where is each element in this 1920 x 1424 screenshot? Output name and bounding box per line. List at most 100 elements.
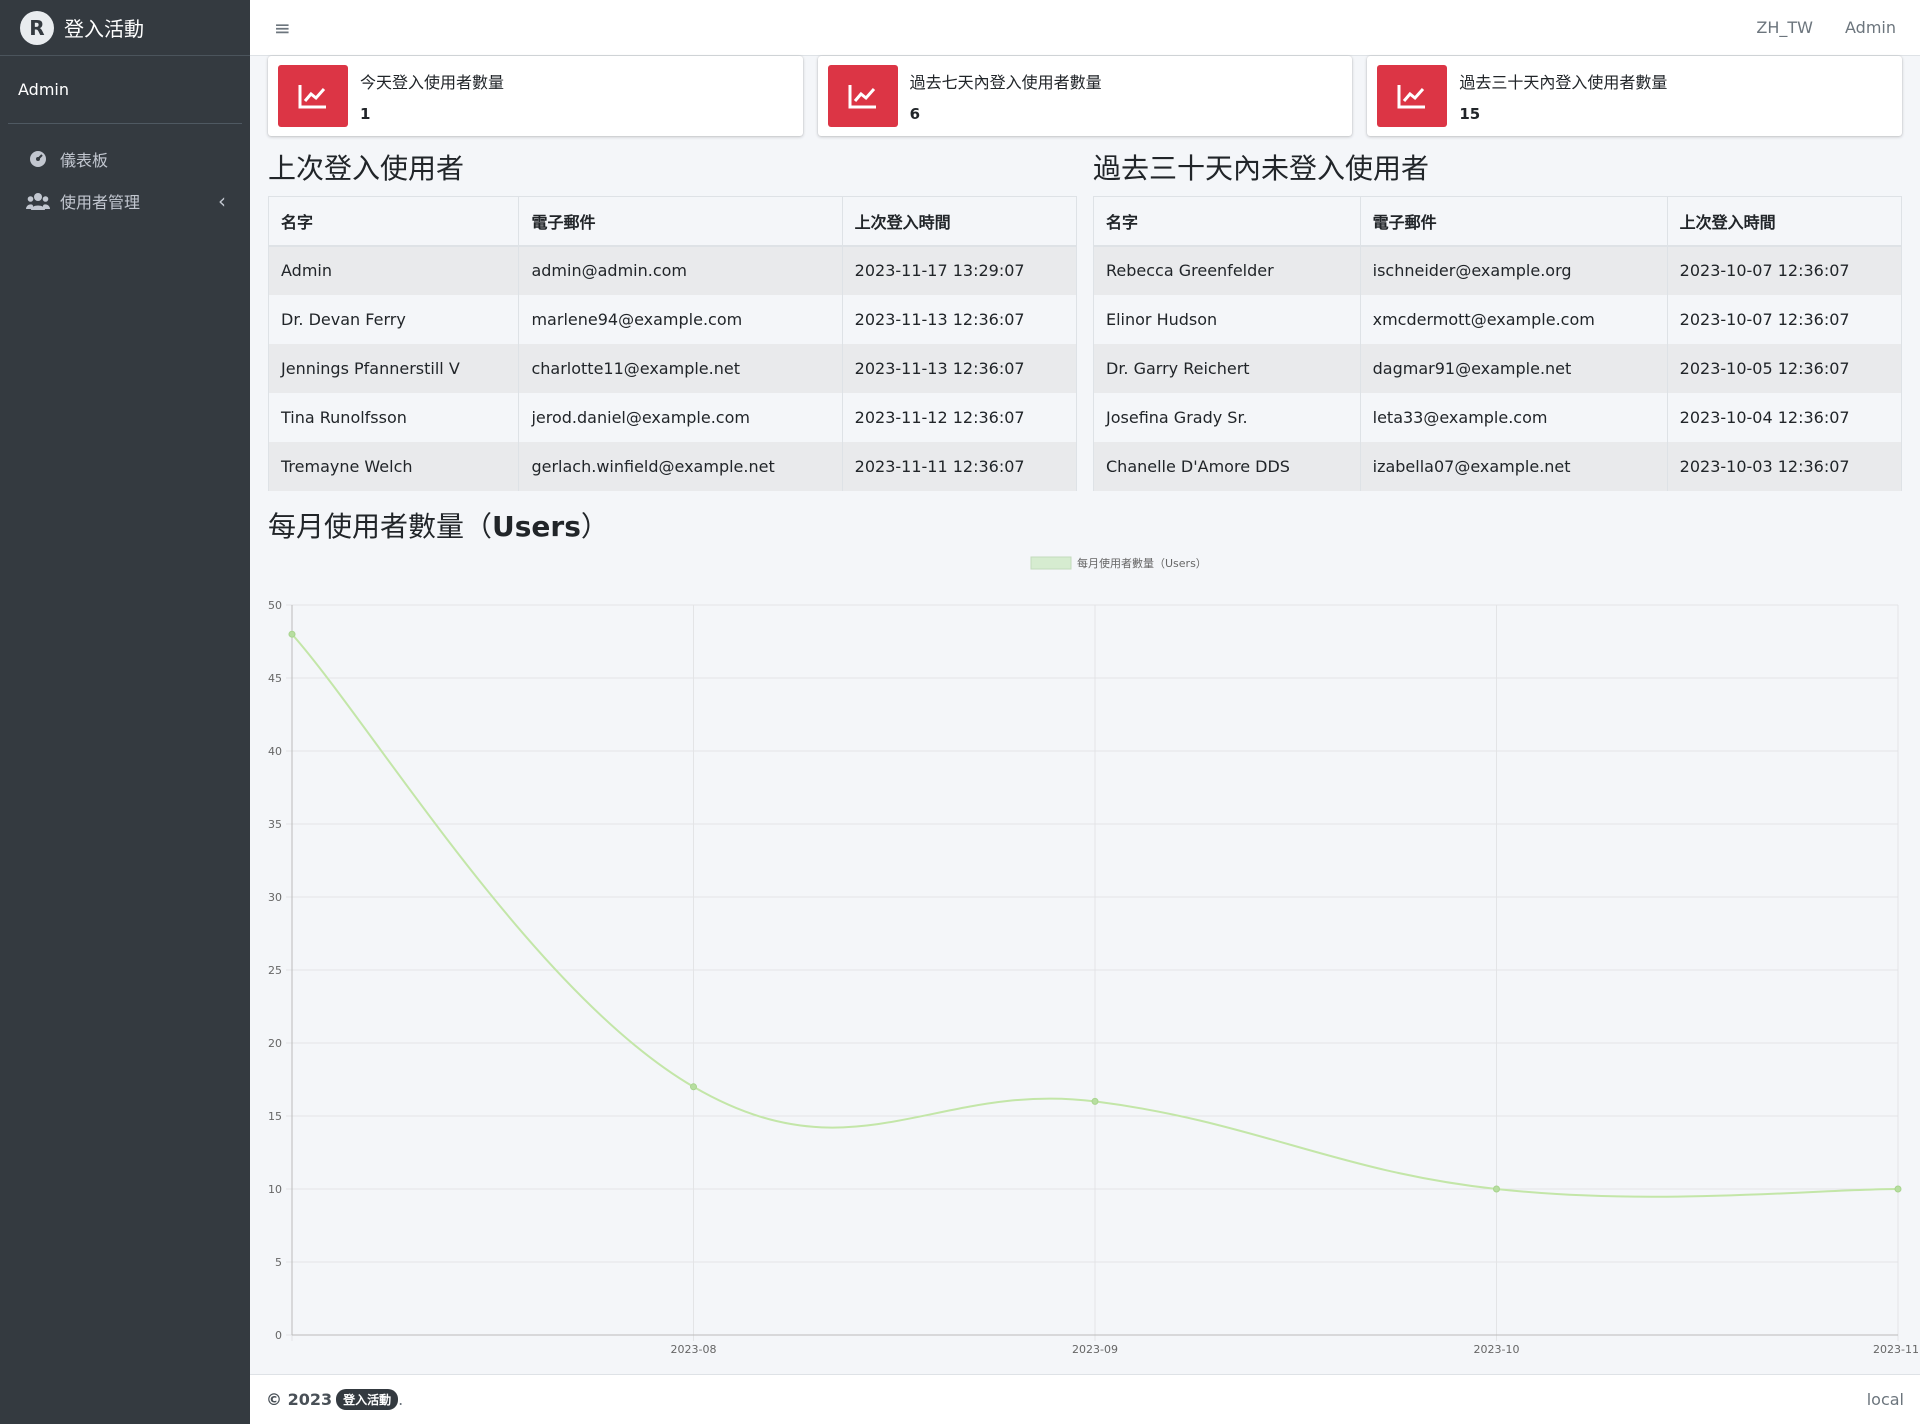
table-cell: Elinor Hudson — [1093, 294, 1361, 344]
monthly-chart-container: 0 5 10 15 20 25 30 35 40 45 50 2023-08 2023-09 2023-1… — [260, 545, 1919, 1377]
recent-logins-section: 上次登入使用者 名字 電子郵件 上次登入時間 Admin admin@admin… — [267, 146, 1078, 491]
y-tick-label: 45 — [268, 672, 282, 685]
table-cell: charlotte11@example.net — [518, 343, 843, 393]
column-header: 上次登入時間 — [841, 196, 1078, 247]
table-cell: leta33@example.com — [1359, 392, 1668, 442]
y-tick-label: 35 — [268, 818, 282, 831]
sidebar-nav: 儀表板 使用者管理 ‹ — [0, 138, 250, 222]
column-header: 上次登入時間 — [1666, 196, 1903, 247]
table-cell: Josefina Grady Sr. — [1093, 392, 1361, 442]
info-box-today: 今天登入使用者數量 1 — [268, 56, 803, 136]
table-cell: 2023-11-11 12:36:07 — [841, 441, 1078, 491]
brand-logo-icon: R — [20, 10, 54, 45]
main-content: 今天登入使用者數量 1 過去七天內登入使用者數量 6 過去三十天內登入使用者數量… — [250, 56, 1920, 1376]
inactive-users-table: 名字 電子郵件 上次登入時間 Rebecca Greenfelder ischn… — [1093, 196, 1903, 491]
table-cell: Tina Runolfsson — [267, 392, 520, 442]
table-cell: Jennings Pfannerstill V — [267, 343, 520, 393]
y-tick-label: 50 — [268, 599, 282, 612]
table-row: Dr. Garry Reichert dagmar91@example.net … — [1093, 343, 1903, 393]
y-tick-label: 10 — [268, 1183, 282, 1196]
tables-row: 上次登入使用者 名字 電子郵件 上次登入時間 Admin admin@admin… — [260, 146, 1910, 491]
table-row: Tina Runolfsson jerod.daniel@example.com… — [267, 392, 1078, 442]
chart-title-prefix: 每月使用者數量（ — [268, 509, 493, 543]
info-box-seven-days: 過去七天內登入使用者數量 6 — [817, 56, 1353, 136]
x-tick-label: 2023-09 — [1072, 1343, 1118, 1356]
table-cell: 2023-10-03 12:36:07 — [1666, 441, 1903, 491]
table-cell: jerod.daniel@example.com — [518, 392, 843, 442]
y-tick-label: 15 — [268, 1110, 282, 1123]
section-title: 上次登入使用者 — [268, 152, 465, 185]
info-box-label: 今天登入使用者數量 — [360, 73, 505, 92]
x-tick-label: 2023-11 — [1873, 1343, 1918, 1356]
table-cell: Dr. Devan Ferry — [267, 294, 520, 344]
table-cell: 2023-11-13 12:36:07 — [841, 343, 1078, 393]
x-tick-label: 2023-10 — [1474, 1343, 1520, 1356]
table-cell: xmcdermott@example.com — [1359, 294, 1668, 344]
legend-label: 每月使用者數量（Users） — [1077, 556, 1207, 570]
table-cell: dagmar91@example.net — [1359, 343, 1668, 393]
sidebar-item-user-management[interactable]: 使用者管理 ‹ — [0, 180, 250, 222]
brand-title: 登入活動 — [64, 17, 144, 41]
chart-line-icon — [1377, 65, 1448, 127]
locale-switcher[interactable]: ZH_TW — [1756, 18, 1813, 37]
table-cell: 2023-11-13 12:36:07 — [841, 294, 1078, 344]
data-point — [1493, 1185, 1500, 1192]
table-row: Chanelle D'Amore DDS izabella07@example.… — [1093, 441, 1903, 491]
legend-swatch — [1030, 556, 1072, 569]
sidebar-user-name[interactable]: Admin — [18, 80, 69, 99]
table-cell: 2023-10-07 12:36:07 — [1666, 245, 1903, 295]
table-row: Josefina Grady Sr. leta33@example.com 20… — [1093, 392, 1903, 442]
table-cell: 2023-10-07 12:36:07 — [1666, 294, 1903, 344]
table-row: Jennings Pfannerstill V charlotte11@exam… — [267, 343, 1078, 393]
column-header: 名字 — [1093, 196, 1361, 247]
inactive-users-section: 過去三十天內未登入使用者 名字 電子郵件 上次登入時間 Rebecca Gree… — [1093, 146, 1903, 491]
table-cell: 2023-11-17 13:29:07 — [841, 245, 1078, 295]
brand-link[interactable]: R 登入活動 — [0, 0, 250, 56]
info-box-thirty-days: 過去三十天內登入使用者數量 15 — [1367, 56, 1903, 136]
sidebar-item-label: 儀表板 — [60, 151, 109, 170]
chart-title-suffix: ） — [580, 509, 609, 543]
table-cell: admin@admin.com — [518, 245, 843, 295]
table-row: Admin admin@admin.com 2023-11-17 13:29:0… — [267, 245, 1078, 295]
data-point — [288, 630, 296, 638]
info-box-value: 6 — [909, 105, 921, 123]
info-box-label: 過去三十天內登入使用者數量 — [1459, 73, 1668, 92]
table-cell: Chanelle D'Amore DDS — [1093, 441, 1361, 491]
chart-line-icon — [827, 65, 898, 127]
footer-dot: . — [398, 1390, 404, 1409]
table-row: Dr. Devan Ferry marlene94@example.com 20… — [267, 294, 1078, 344]
recent-logins-table: 名字 電子郵件 上次登入時間 Admin admin@admin.com 202… — [267, 196, 1078, 491]
data-point — [690, 1082, 697, 1090]
table-row: Elinor Hudson xmcdermott@example.com 202… — [1093, 294, 1903, 344]
footer-copyright: © 2023 — [266, 1390, 333, 1409]
user-menu[interactable]: Admin — [1845, 18, 1896, 37]
sidebar-user-panel: Admin — [8, 56, 242, 124]
footer-brand-badge[interactable]: 登入活動 — [336, 1389, 399, 1410]
sidebar: R 登入活動 Admin 儀表板 使用者管理 ‹ — [0, 0, 250, 1424]
column-header: 電子郵件 — [1359, 196, 1668, 247]
monthly-chart-title: 每月使用者數量（Users） — [260, 505, 1910, 545]
footer: © 2023 登入活動 . local — [250, 1374, 1920, 1424]
table-cell: Admin — [267, 245, 520, 295]
y-tick-label: 0 — [275, 1329, 282, 1342]
info-box-value: 1 — [360, 105, 371, 123]
sidebar-item-label: 使用者管理 — [60, 193, 141, 212]
table-cell: izabella07@example.net — [1359, 441, 1668, 491]
hamburger-menu-icon[interactable]: ≡ — [274, 16, 291, 40]
y-tick-label: 20 — [268, 1037, 282, 1050]
table-row: Tremayne Welch gerlach.winfield@example.… — [267, 441, 1078, 491]
table-cell: 2023-11-12 12:36:07 — [841, 392, 1078, 442]
data-point — [1894, 1185, 1902, 1192]
dashboard-icon — [26, 149, 50, 169]
info-box-value: 15 — [1459, 105, 1481, 123]
table-cell: ischneider@example.org — [1359, 245, 1668, 295]
info-box-label: 過去七天內登入使用者數量 — [909, 73, 1102, 92]
sidebar-item-dashboard[interactable]: 儀表板 — [0, 138, 250, 180]
y-tick-label: 40 — [268, 745, 282, 758]
table-cell: marlene94@example.com — [518, 294, 843, 344]
x-tick-label: 2023-08 — [671, 1343, 717, 1356]
table-cell: 2023-10-04 12:36:07 — [1666, 392, 1903, 442]
y-tick-label: 25 — [268, 964, 282, 977]
y-tick-label: 5 — [275, 1256, 282, 1269]
top-navbar: ≡ ZH_TW Admin — [250, 0, 1920, 56]
